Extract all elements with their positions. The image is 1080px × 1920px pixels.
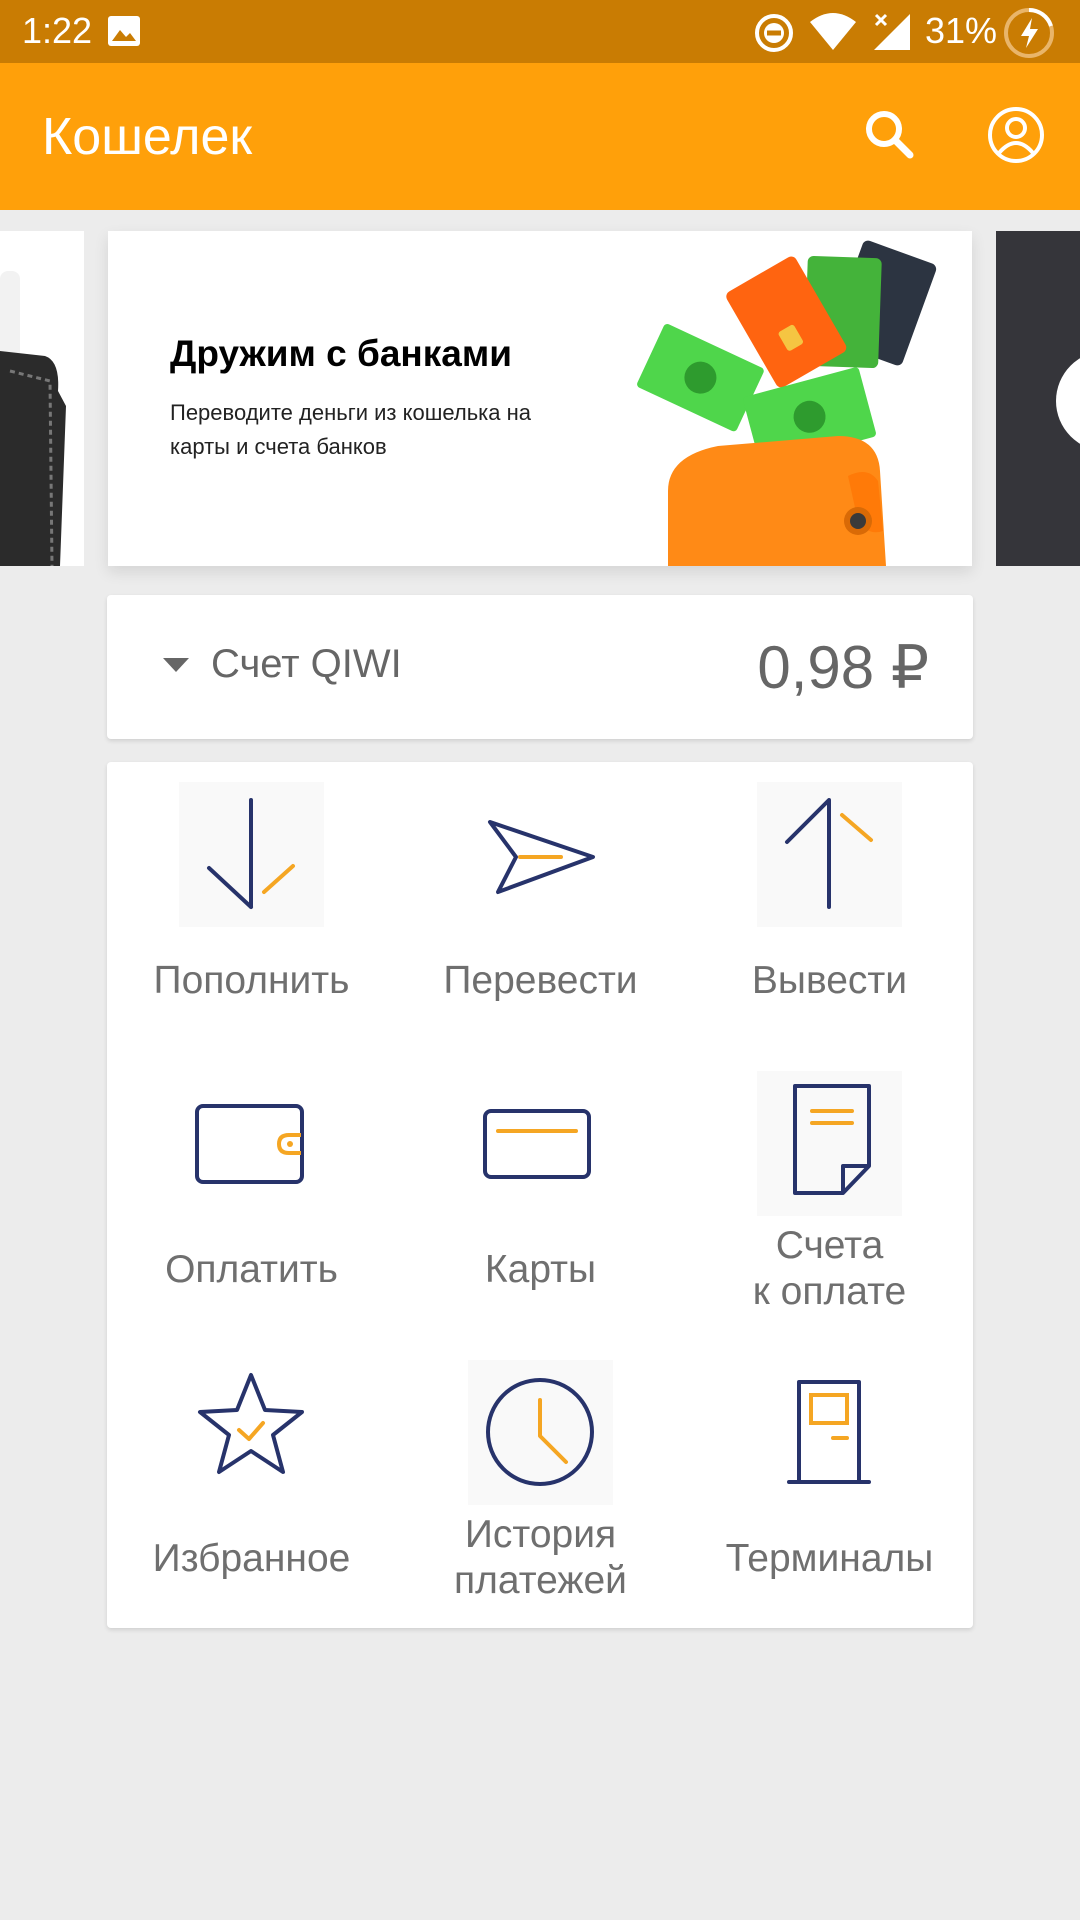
wifi-icon [808,12,858,52]
profile-button[interactable] [984,103,1048,167]
action-label: История платежей [454,1513,627,1602]
action-label: Оплатить [165,1248,338,1291]
account-balance: 0,98 ₽ [757,634,929,701]
action-label: Избранное [152,1537,351,1580]
star-icon [179,1360,324,1505]
action-terminals[interactable]: Терминалы [685,1340,974,1629]
banner-subtitle: Переводите деньги из кошелька на карты и… [170,400,532,459]
action-cards[interactable]: Карты [396,1051,685,1340]
top-up-icon [179,782,324,927]
wallet-cards-illustration [637,240,937,566]
actions-grid: Пополнить Перевести Вывести Оплатить Кар… [107,762,973,1628]
status-bar: 1:22 31% [0,0,1080,63]
page-title: Кошелек [42,108,253,166]
promo-banner[interactable]: Дружим с банками Переводите деньги из ко… [108,231,972,566]
action-label: Терминалы [725,1537,934,1580]
banner-prev[interactable] [0,231,84,566]
battery-charging-icon [1002,6,1056,60]
profile-icon [988,107,1044,163]
action-history[interactable]: История платежей [396,1340,685,1629]
account-name: Счет QIWI [211,642,402,686]
action-label: Вывести [751,959,908,1002]
action-label: Перевести [443,959,638,1002]
clock-icon [468,1360,613,1505]
gallery-icon [107,15,141,47]
invoice-icon [757,1071,902,1216]
status-time: 1:22 [22,10,93,51]
action-invoices[interactable]: Счета к оплате [685,1051,974,1340]
action-transfer[interactable]: Перевести [396,762,685,1051]
withdraw-icon [757,782,902,927]
action-label: Пополнить [153,959,350,1002]
terminal-icon [757,1360,902,1505]
action-top-up[interactable]: Пополнить [107,762,396,1051]
account-selector[interactable]: Счет QIWI 0,98 ₽ [107,595,973,739]
chevron-down-icon[interactable] [163,658,189,672]
card-icon [468,1071,613,1216]
banner-title: Дружим с банками [170,333,512,374]
search-icon [866,111,914,159]
action-favorites[interactable]: Избранное [107,1340,396,1629]
action-label: Счета к оплате [752,1224,907,1313]
signal-icon [872,12,912,52]
transfer-icon [468,782,613,927]
banner-next[interactable] [996,231,1080,566]
action-label: Карты [484,1248,597,1291]
dnd-icon [753,12,795,54]
search-button[interactable] [858,103,922,167]
action-pay[interactable]: Оплатить [107,1051,396,1340]
wallet-pay-icon [179,1071,324,1216]
app-bar: Кошелек [0,63,1080,210]
battery-percent: 31% [925,10,998,51]
action-withdraw[interactable]: Вывести [685,762,974,1051]
